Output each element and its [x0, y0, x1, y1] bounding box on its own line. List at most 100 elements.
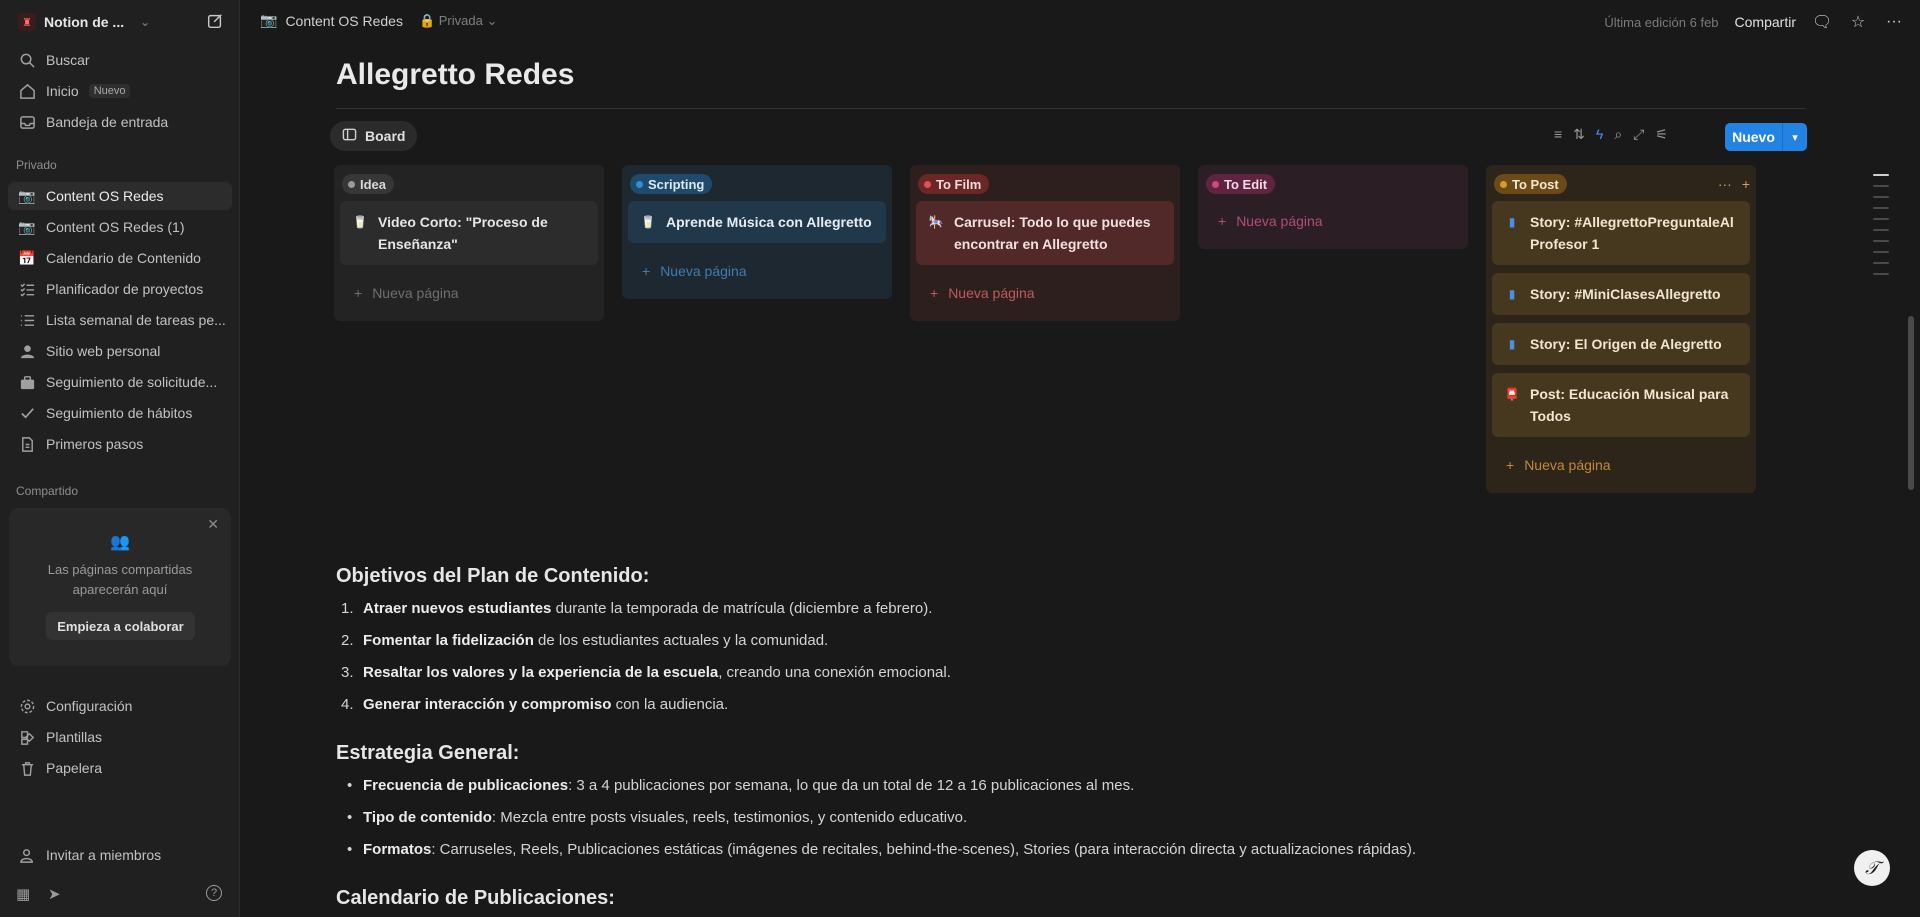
sidebar-trash-label: Papelera [46, 760, 103, 776]
star-icon[interactable]: ☆ [1848, 12, 1868, 32]
card-title: Story: El Origen de Alegretto [1530, 336, 1722, 352]
sort-icon[interactable]: ⇅ [1573, 126, 1585, 143]
board-card[interactable]: 🥛 Aprende Música con Allegretto [628, 201, 886, 243]
sidebar-item-content-os-redes[interactable]: 📷 Content OS Redes [8, 182, 232, 210]
sidebar-item-planificador[interactable]: Planificador de proyectos [8, 275, 232, 303]
more-icon[interactable]: ··· [1884, 13, 1904, 31]
send-icon[interactable]: ➤ [48, 885, 61, 903]
sidebar-home-label: Inicio [46, 83, 79, 99]
sidebar-home[interactable]: Inicio Nuevo [8, 77, 232, 105]
view-toolbar: ≡ ⇅ ϟ ⌕ ⤢ ⚟ [1554, 126, 1668, 143]
plus-icon[interactable]: + [1742, 176, 1750, 192]
workspace-avatar: ♜ [18, 13, 36, 31]
sidebar-item-lista-semanal[interactable]: Lista semanal de tareas pe... [8, 306, 232, 334]
top-bar: 📷 Content OS Redes 🔒 Privada ⌄ Última ed… [240, 0, 1920, 44]
list-item: • Formatos: Carruseles, Reels, Publicacio… [347, 841, 1416, 858]
plus-icon: + [354, 285, 363, 301]
settings-sliders-icon[interactable]: ⚟ [1655, 126, 1668, 143]
sidebar-templates-label: Plantillas [46, 729, 103, 745]
sidebar-item-primeros-pasos[interactable]: Primeros pasos [8, 430, 232, 458]
sidebar-inbox[interactable]: Bandeja de entrada [8, 108, 232, 136]
sidebar-item-content-os-redes-1[interactable]: 📷 Content OS Redes (1) [8, 213, 232, 241]
sidebar-item-seguimiento-solicitudes[interactable]: Seguimiento de solicitude... [8, 368, 232, 396]
new-page-button[interactable]: + Nueva página [1492, 445, 1750, 485]
new-button-label: Nuevo [1725, 123, 1783, 151]
expand-icon[interactable]: ⤢ [1633, 126, 1644, 143]
privacy-label: Privada [438, 12, 483, 28]
document-icon [18, 435, 36, 453]
status-badge: To Edit [1206, 174, 1276, 194]
new-page-button[interactable]: + Nueva página [916, 273, 1174, 313]
board-column-to-edit: To Edit + Nueva página [1198, 165, 1468, 249]
templates-icon [18, 728, 36, 746]
sidebar-item-label: Content OS Redes [46, 188, 164, 204]
sidebar-item-label: Seguimiento de solicitude... [46, 374, 218, 390]
calendar-app-icon[interactable]: ▦ [16, 885, 30, 903]
help-icon[interactable]: ? [206, 885, 222, 901]
board-card[interactable]: ▮ Story: #AllegrettoPreguntaleAlProfesor… [1492, 201, 1750, 265]
start-collaborating-button[interactable]: Empieza a colaborar [46, 612, 195, 640]
camera-icon: 📷 [18, 187, 36, 204]
ai-assistant-icon[interactable]: 𝒯 [1854, 850, 1890, 886]
board-card[interactable]: ▮ Story: El Origen de Alegretto [1492, 323, 1750, 365]
new-page-button[interactable]: + Nueva página [340, 273, 598, 313]
camera-icon: 📷 [260, 12, 278, 28]
sidebar: ♜ Notion de ... ⌄ Buscar Inicio Nuevo Ba… [0, 0, 240, 917]
board-card[interactable]: 🎠 Carrusel: Todo lo que puedes encontrar… [916, 201, 1174, 265]
breadcrumb[interactable]: 📷 Content OS Redes 🔒 Privada ⌄ [260, 12, 497, 29]
workspace-switcher[interactable]: ♜ Notion de ... ⌄ [18, 12, 150, 32]
sidebar-item-calendario[interactable]: 📅 Calendario de Contenido [8, 244, 232, 272]
board-column-to-post: To Post ··· + ▮ Story: #AllegrettoPregun… [1486, 165, 1756, 493]
board-card[interactable]: ▮ Story: #MiniClasesAllegretto [1492, 273, 1750, 315]
list-item: 4. Generar interacción y compromiso con l… [341, 696, 729, 713]
page-title[interactable]: Allegretto Redes [336, 58, 574, 92]
sidebar-invite[interactable]: Invitar a miembros [8, 841, 232, 869]
card-title: Post: Educación Musical para Todos [1530, 386, 1729, 424]
search-icon[interactable]: ⌕ [1614, 126, 1622, 143]
card-title: Carrusel: Todo lo que puedes encontrar e… [954, 214, 1151, 252]
new-button[interactable]: Nuevo ▾ [1725, 123, 1807, 151]
automation-icon[interactable]: ϟ [1596, 126, 1603, 143]
sidebar-item-habitos[interactable]: Seguimiento de hábitos [8, 399, 232, 427]
sidebar-search[interactable]: Buscar [8, 46, 232, 74]
chevron-down-icon[interactable]: ▾ [1783, 123, 1807, 151]
new-page-label: Nueva página [660, 263, 747, 279]
list-item: • Frecuencia de publicaciones: 3 a 4 publ… [347, 777, 1135, 794]
new-page-button[interactable]: + Nueva página [1204, 201, 1462, 241]
new-page-icon[interactable] [206, 12, 226, 32]
share-button[interactable]: Compartir [1735, 14, 1796, 30]
sidebar-templates[interactable]: Plantillas [8, 723, 232, 751]
cup-icon: 🥛 [352, 215, 368, 229]
new-page-label: Nueva página [1524, 457, 1611, 473]
private-section-label: Privado [16, 158, 57, 172]
status-badge: Scripting [630, 174, 713, 194]
scrollbar[interactable] [1908, 316, 1914, 490]
tab-board[interactable]: Board [330, 121, 418, 151]
new-page-button[interactable]: + Nueva página [628, 251, 886, 291]
sidebar-footer: ▦ ➤ ? [16, 885, 222, 905]
close-icon[interactable]: ✕ [207, 516, 219, 533]
board-card[interactable]: 🥛 Video Corto: "Proceso de Enseñanza" [340, 201, 598, 265]
privacy-indicator[interactable]: 🔒 Privada ⌄ [419, 13, 497, 29]
sidebar-settings[interactable]: Configuración [8, 692, 232, 720]
sidebar-item-label: Sitio web personal [46, 343, 161, 359]
sidebar-trash[interactable]: Papelera [8, 754, 232, 782]
people-icon: 👥 [110, 534, 130, 551]
table-of-contents-minimap[interactable] [1873, 174, 1889, 284]
calendar-heading: Calendario de Publicaciones: [336, 887, 615, 909]
status-badge: To Film [918, 174, 990, 194]
plus-icon: + [1506, 457, 1515, 473]
shared-pages-text: Las páginas compartidas aparecerán aquí [47, 562, 193, 597]
comments-icon[interactable]: 🗨 [1812, 12, 1832, 32]
sidebar-item-sitio-web[interactable]: Sitio web personal [8, 337, 232, 365]
filter-icon[interactable]: ≡ [1554, 126, 1562, 143]
tab-board-label: Board [365, 128, 406, 144]
board-card[interactable]: 📮 Post: Educación Musical para Todos [1492, 373, 1750, 437]
more-icon[interactable]: ··· [1718, 176, 1732, 192]
card-title: Aprende Música con Allegretto [666, 214, 872, 230]
column-title: To Edit [1224, 176, 1268, 192]
card-title: Video Corto: "Proceso de Enseñanza" [378, 214, 548, 252]
phone-icon: ▮ [1508, 215, 1516, 229]
checklist-icon [18, 280, 36, 298]
list-item: 2. Fomentar la fidelización de los estudi… [341, 632, 829, 649]
